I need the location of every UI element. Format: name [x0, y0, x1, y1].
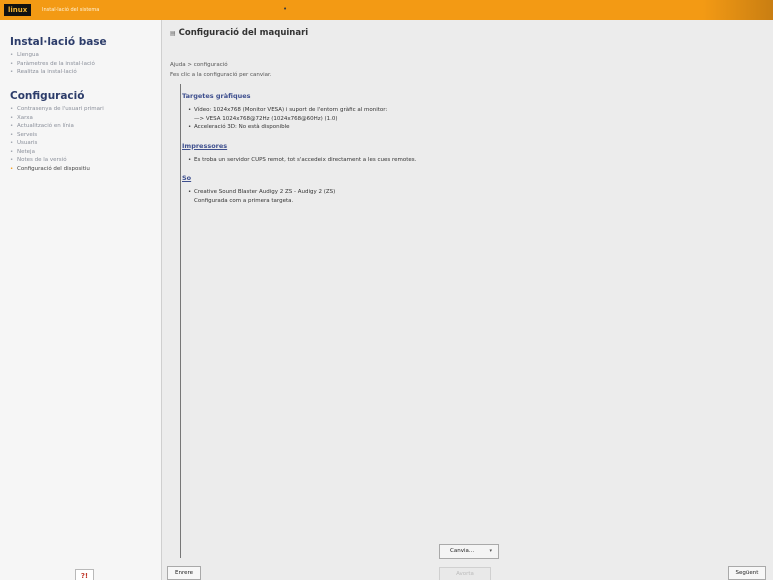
- hardware-summary: Targetes gràfiques • Vídeo: 1024x768 (Mon…: [182, 92, 742, 215]
- abort-button[interactable]: Avorta: [439, 567, 491, 580]
- sidebar-heading-base: Instal·lació base: [10, 36, 107, 48]
- breadcrumb-line-2: Fes clic a la configuració per canviar.: [170, 72, 272, 78]
- list-item-detail: Configurada com a primera targeta.: [194, 197, 294, 204]
- sidebar-item-parametres[interactable]: • Paràmetres de la instal·lació: [10, 60, 95, 69]
- section-sound: So • Creative Sound Blaster Audigy 2 ZS -…: [182, 174, 742, 205]
- sidebar-item-notes[interactable]: • Notes de la versió: [10, 156, 104, 165]
- section-title-graphics[interactable]: Targetes gràfiques: [182, 92, 742, 100]
- sidebar-item-llengua[interactable]: • Llengua: [10, 51, 95, 60]
- section-title-printers[interactable]: Impressores: [182, 142, 742, 150]
- breadcrumb: Ajuda > configuració Fes clic a la confi…: [170, 60, 272, 80]
- back-button[interactable]: Enrere: [167, 566, 201, 580]
- sidebar-item-neteja[interactable]: • Neteja: [10, 148, 104, 157]
- content-divider: [180, 84, 181, 558]
- section-graphics: Targetes gràfiques • Vídeo: 1024x768 (Mon…: [182, 92, 742, 132]
- list-item: • Vídeo: 1024x768 (Monitor VESA) i suport…: [188, 107, 388, 113]
- sidebar-item-xarxa[interactable]: • Xarxa: [10, 114, 104, 123]
- sidebar-list-config: • Contrasenya de l'usuari primari • Xarxa …: [10, 105, 104, 173]
- help-button[interactable]: ?!: [75, 569, 94, 580]
- topbar-right-block: [703, 0, 773, 20]
- breadcrumb-line-1[interactable]: Ajuda > configuració: [170, 60, 272, 70]
- list-item: • Creative Sound Blaster Audigy 2 ZS - Au…: [188, 189, 336, 195]
- sidebar-heading-config: Configuració: [10, 90, 85, 102]
- topbar-subtitle: Instal·lació del sistema: [42, 7, 100, 13]
- change-dropdown-button[interactable]: Canvia... ▾: [439, 544, 499, 559]
- top-bar: linux Instal·lació del sistema •: [0, 0, 773, 20]
- section-printers: Impressores • Es troba un servidor CUPS r…: [182, 142, 742, 165]
- sidebar-item-usuaris[interactable]: • Usuaris: [10, 139, 104, 148]
- next-button[interactable]: Següent: [728, 566, 766, 580]
- chevron-down-icon: ▾: [489, 548, 492, 554]
- sidebar-item-serveis[interactable]: • Serveis: [10, 131, 104, 140]
- sidebar-item-actualitzacio[interactable]: • Actualització en línia: [10, 122, 104, 131]
- list-item: • Es troba un servidor CUPS remot, tot s'…: [188, 156, 417, 163]
- page-title: ▤ Configuració del maquinari: [170, 28, 309, 38]
- section-title-sound[interactable]: So: [182, 174, 742, 182]
- list-item: • Acceleració 3D: No està disponible: [188, 124, 290, 130]
- sidebar-list-base: • Llengua • Paràmetres de la instal·lació …: [10, 51, 95, 77]
- list-item-detail: —> VESA 1024x768@72Hz (1024x768@60Hz) (1…: [194, 115, 338, 122]
- topbar-marker: •: [283, 5, 288, 13]
- main-panel: ▤ Configuració del maquinari Ajuda > conf…: [162, 20, 773, 580]
- sidebar-item-dispositiu[interactable]: • Configuració del dispositiu: [10, 165, 104, 174]
- brand-logo: linux: [4, 4, 32, 16]
- triangle-icon: ▤: [170, 30, 176, 37]
- sidebar: Instal·lació base • Llengua • Paràmetres d…: [0, 20, 162, 580]
- sidebar-item-realitza[interactable]: • Realitza la instal·lació: [10, 68, 95, 77]
- sidebar-item-contrasenya[interactable]: • Contrasenya de l'usuari primari: [10, 105, 104, 114]
